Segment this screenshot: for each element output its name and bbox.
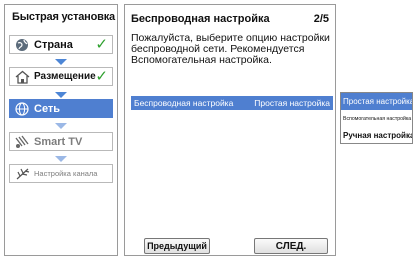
wireless-setup-option-row[interactable]: Беспроводная настройка Простая настройка [131,96,333,110]
arrow-down-icon [55,92,67,98]
previous-button[interactable]: Предыдущий [144,238,210,254]
dropdown-option-assisted[interactable]: Вспомогательная настройка [341,110,412,127]
step-country-label: Страна [34,38,73,51]
step-smart-tv: Smart TV [9,132,113,151]
step-network: Сеть [9,99,113,118]
page-title: Беспроводная настройка [131,13,270,25]
step-smart-tv-label: Smart TV [34,135,83,148]
description-text: Пожалуйста, выберите опцию настройки бес… [131,32,330,66]
page-counter: 2/5 [313,13,329,25]
arrow-down-icon [55,123,67,129]
antenna-icon [10,165,34,182]
globe-icon [10,100,34,117]
step-location: Размещение ✓ [9,67,113,86]
step-channel-setup-label: Настройка канала [34,169,98,178]
option-label: Беспроводная настройка [134,98,234,108]
option-value: Простая настройка [254,98,330,108]
setup-mode-dropdown[interactable]: Простая настройка Вспомогательная настро… [340,92,413,144]
step-channel-setup: Настройка канала [9,164,113,183]
dropdown-option-simple[interactable]: Простая настройка [341,93,412,110]
globe-icon [10,36,34,53]
sidebar-title: Быстрая установка [12,11,115,23]
arrow-down-icon [55,59,67,65]
smart-tv-icon [10,133,34,150]
dropdown-option-manual[interactable]: Ручная настройка [341,127,412,144]
step-location-label: Размещение [34,71,96,82]
check-icon: ✓ [95,68,108,85]
next-button[interactable]: СЛЕД. [254,238,328,254]
house-icon [10,68,34,85]
step-country: Страна ✓ [9,35,113,54]
wireless-setup-panel: Беспроводная настройка 2/5 Пожалуйста, в… [124,4,336,256]
quick-setup-sidebar: Быстрая установка Страна ✓ Размещение ✓ … [4,4,118,256]
arrow-down-icon [55,156,67,162]
check-icon: ✓ [95,36,108,53]
step-network-label: Сеть [34,102,61,115]
